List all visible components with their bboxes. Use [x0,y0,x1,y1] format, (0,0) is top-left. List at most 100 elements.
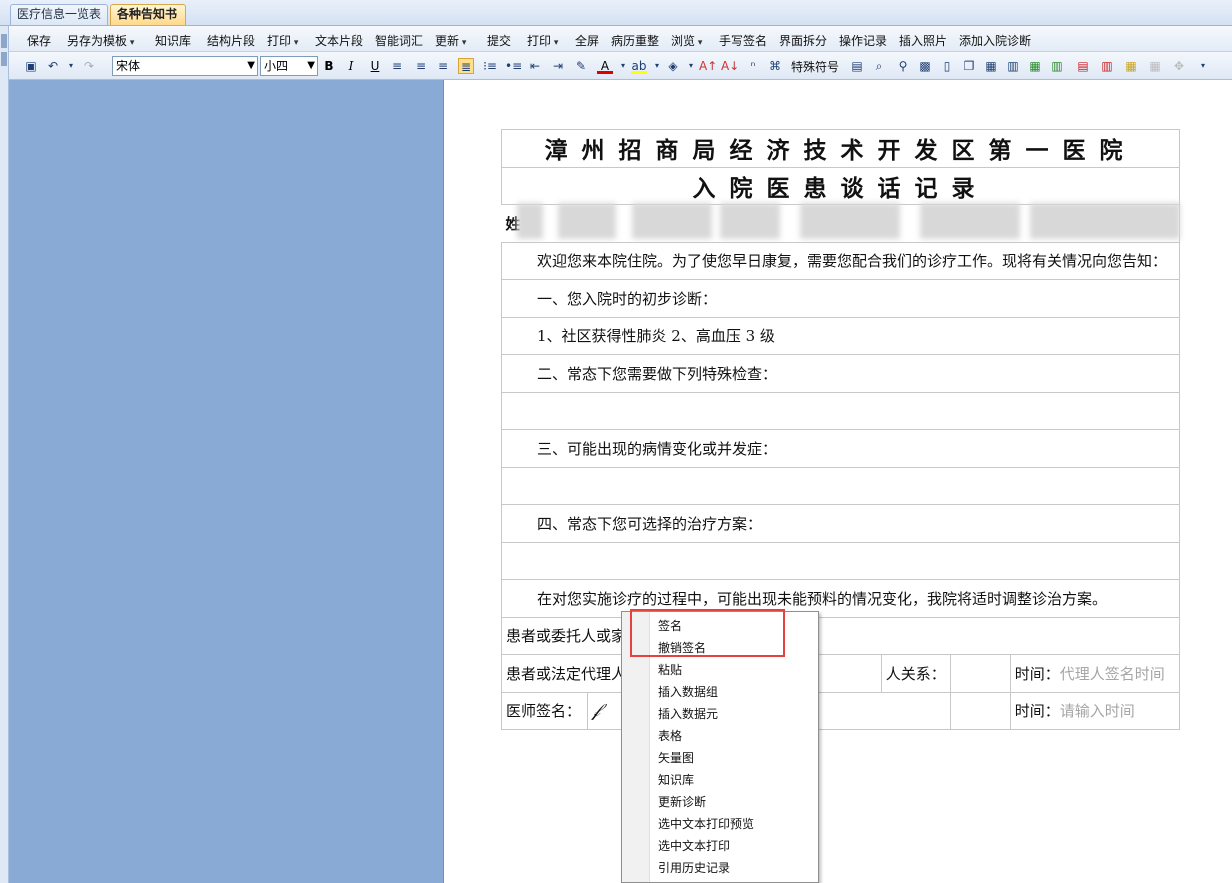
menu-update[interactable]: 更新 [435,32,466,49]
superscript-icon[interactable]: ⁿ [745,58,761,74]
rep-time-cell[interactable]: 时间：代理人签名时间 [1009,654,1181,693]
menu-smart-vocab[interactable]: 智能词汇 [375,32,423,49]
italic-button[interactable]: I [343,58,359,74]
adjustment-note[interactable]: 在对您实施诊疗的过程中，可能出现未能预料的情况变化，我院将适时调整诊治方案。 [501,579,1180,618]
menu-knowledge-base[interactable]: 知识库 [155,32,191,49]
save-icon[interactable]: ▣ [23,58,39,74]
menu-fullscreen[interactable]: 全屏 [575,32,599,49]
find-replace-icon[interactable]: ⚲ [895,58,911,74]
doctor-time-cell[interactable]: 时间：请输入时间 [1009,691,1181,730]
page-icon[interactable]: ▯ [939,58,955,74]
undo-dropdown-icon[interactable]: ▾ [63,58,79,74]
delete-row-icon[interactable]: ▤ [1075,58,1091,74]
align-left-icon[interactable]: ≡ [389,58,405,74]
font-shrink-icon[interactable]: A↓ [721,58,739,74]
time-label: 时间： [1014,664,1060,683]
diagnosis-content[interactable]: 1、社区获得性肺炎 2、高血压 3 级 [501,316,1180,355]
align-justify-icon[interactable]: ≣ [458,58,474,74]
insert-text-icon[interactable]: ▤ [849,58,865,74]
exams-content[interactable] [501,391,1180,430]
treatment-content[interactable] [501,541,1180,580]
font-color-icon[interactable]: A [597,58,613,74]
tab-notices[interactable]: 各种告知书 [110,4,186,25]
insert-row-icon[interactable]: ▦ [1027,58,1043,74]
menu-handwritten-signature[interactable]: 手写签名 [719,32,767,49]
doctor-time-field[interactable]: 请输入时间 [1060,702,1135,720]
fill-color-icon[interactable]: ◈ [665,58,681,74]
numbered-list-icon[interactable]: ⁝≡ [482,58,498,74]
ctx-vector-graphic[interactable]: 矢量图 [658,749,694,766]
search-icon[interactable]: ⌕ [871,58,887,74]
bold-button[interactable]: B [321,58,337,74]
section-complications-heading[interactable]: 三、可能出现的病情变化或并发症： [501,429,1180,468]
ctx-update-diagnosis[interactable]: 更新诊断 [658,793,706,810]
format-painter-icon[interactable]: ✎ [573,58,589,74]
relation-label: 人关系： [881,654,951,693]
table-icon[interactable]: ▥ [1005,58,1021,74]
doctor-sign-label: 医师签名： [501,691,588,730]
ctx-insert-data-element[interactable]: 插入数据元 [658,705,718,722]
menu-browse[interactable]: 浏览 [671,32,702,49]
menu-record-reorganize[interactable]: 病历重整 [611,32,659,49]
rep-sign-time-field[interactable]: 代理人签名时间 [1060,665,1165,683]
menu-save[interactable]: 保存 [27,32,51,49]
menu-text-fragment[interactable]: 文本片段 [315,32,363,49]
ctx-paste[interactable]: 粘贴 [658,661,682,678]
table-properties-icon[interactable]: ✥ [1171,58,1187,74]
menu-split-view[interactable]: 界面拆分 [779,32,827,49]
section-exams-heading[interactable]: 二、常态下您需要做下列特殊检查： [501,354,1180,393]
menu-insert-photo[interactable]: 插入照片 [899,32,947,49]
undo-icon[interactable]: ↶ [45,58,61,74]
complications-content[interactable] [501,466,1180,505]
right-margin [1214,80,1232,883]
toolbar-overflow-icon[interactable]: ▾ [1195,58,1211,74]
highlight-dropdown-icon[interactable]: ▾ [649,58,665,74]
menu-operation-log[interactable]: 操作记录 [839,32,887,49]
image-icon[interactable]: ▩ [917,58,933,74]
highlight-icon[interactable]: ab [631,58,647,74]
redo-icon[interactable]: ↷ [81,58,97,74]
ctx-print-selection[interactable]: 选中文本打印 [658,837,730,854]
intro-text[interactable]: 欢迎您来本院住院。为了使您早日康复，需要您配合我们的诊疗工作。现将有关情况向您告… [501,241,1180,280]
font-size-select[interactable]: 小四 ▼ [260,56,318,76]
font-family-value: 宋体 [116,59,141,73]
ctx-table[interactable]: 表格 [658,727,682,744]
align-center-icon[interactable]: ≡ [413,58,429,74]
underline-button[interactable]: U [367,58,383,74]
special-symbol-button[interactable]: 特殊符号 [791,58,839,75]
font-size-value: 小四 [264,59,289,73]
insert-column-icon[interactable]: ▥ [1049,58,1065,74]
copy-icon[interactable]: ❐ [961,58,977,74]
section-diagnosis-heading[interactable]: 一、您入院时的初步诊断： [501,279,1180,318]
patient-or-trustee-label[interactable]: 患者或委托人或家 [501,616,1180,655]
section-treatment-heading[interactable]: 四、常态下您可选择的治疗方案： [501,504,1180,543]
bullet-list-icon[interactable]: •≡ [505,58,522,74]
decrease-indent-icon[interactable]: ⇤ [527,58,543,74]
split-cells-icon[interactable]: ▦ [1147,58,1163,74]
paste-icon[interactable]: ▦ [983,58,999,74]
tab-medical-info-list[interactable]: 医疗信息一览表 [10,4,108,25]
align-right-icon[interactable]: ≡ [435,58,451,74]
menu-add-admission-diagnosis[interactable]: 添加入院诊断 [959,32,1031,49]
font-family-select[interactable]: 宋体 ▼ [112,56,258,76]
menu-print-2[interactable]: 打印 [527,32,558,49]
menu-print[interactable]: 打印 [267,32,298,49]
delete-column-icon[interactable]: ▥ [1099,58,1115,74]
relation-field[interactable] [949,654,1011,693]
menu-submit[interactable]: 提交 [487,32,511,49]
merge-cells-icon[interactable]: ▦ [1123,58,1139,74]
ctx-print-preview-selection[interactable]: 选中文本打印预览 [658,815,754,832]
ctx-cite-history[interactable]: 引用历史记录 [658,859,730,876]
ctx-insert-data-group[interactable]: 插入数据组 [658,683,718,700]
menu-structured-fragment[interactable]: 结构片段 [207,32,255,49]
fill-dropdown-icon[interactable]: ▾ [683,58,699,74]
increase-indent-icon[interactable]: ⇥ [550,58,566,74]
ctx-knowledge-base[interactable]: 知识库 [658,771,694,788]
special-symbol-icon[interactable]: ⌘ [767,58,783,74]
menu-save-as-template[interactable]: 另存为模板 [67,32,134,49]
redacted-area [800,203,900,239]
left-collapse-strip[interactable] [0,26,9,883]
font-color-dropdown-icon[interactable]: ▾ [615,58,631,74]
font-grow-icon[interactable]: A↑ [699,58,717,74]
form-title: 入院医患谈话记录 [501,166,1180,205]
